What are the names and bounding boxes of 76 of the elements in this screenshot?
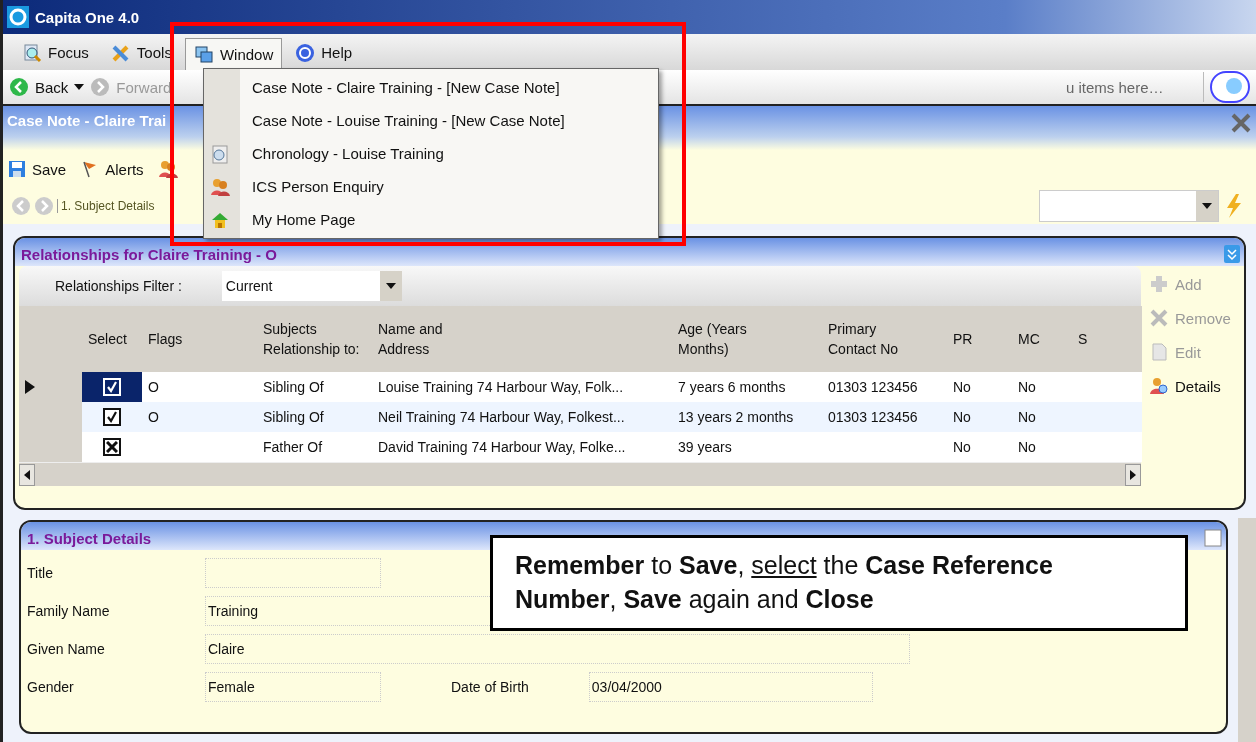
back-button[interactable]: Back	[9, 77, 69, 97]
app-logo-icon	[7, 6, 29, 28]
column-header: PR	[953, 330, 973, 349]
magnifier-icon	[22, 42, 42, 63]
field-label: Given Name	[27, 641, 106, 657]
menu-item[interactable]: Tools	[101, 36, 181, 68]
filter-label: Relationships Filter :	[55, 278, 182, 294]
filter-select[interactable]: Current	[221, 271, 402, 301]
menu-item[interactable]: Focus	[13, 36, 98, 68]
toolbar-button[interactable]: Save	[7, 159, 67, 179]
people-icon	[157, 159, 178, 179]
scroll-right-icon[interactable]	[1125, 463, 1141, 486]
row-pointer-icon	[25, 380, 35, 394]
panel-title: 1. Subject Details	[27, 530, 152, 547]
clock-icon	[210, 143, 230, 164]
help-icon	[295, 42, 316, 63]
forward-icon[interactable]	[90, 77, 111, 97]
column-header: S	[1078, 330, 1088, 349]
field-label: Date of Birth	[451, 679, 529, 695]
column-header: Subjects Relationship to:	[263, 320, 361, 359]
column-header: Flags	[148, 330, 183, 349]
caret-icon	[385, 283, 396, 289]
dropdown-field[interactable]	[1039, 190, 1219, 222]
toolbar-icon-button[interactable]	[157, 159, 178, 179]
cross-checkbox[interactable]	[103, 438, 121, 456]
input-field[interactable]: Claire	[205, 634, 910, 664]
select-cell[interactable]	[82, 372, 142, 402]
people-icon	[210, 176, 230, 197]
table-cell: Sibling Of	[257, 402, 372, 432]
windows-icon	[193, 44, 214, 65]
column-header: Name and Address	[378, 320, 444, 359]
menu-item[interactable]: Case Note - Louise Training - [New Case Note]	[204, 104, 658, 137]
plus-icon	[1149, 274, 1169, 294]
column-header: Primary Contact No	[828, 320, 900, 359]
menu-item[interactable]: Chronology - Louise Training	[204, 137, 658, 170]
menu-item[interactable]: Help	[286, 36, 362, 68]
table-cell: 13 years 2 months	[672, 402, 822, 432]
caret-icon	[1202, 203, 1212, 209]
column-header: Age (Years Months)	[678, 320, 748, 359]
toolbar-button[interactable]: Alerts	[80, 159, 144, 179]
table-cell: No	[1012, 402, 1072, 432]
menu-item[interactable]: Window	[184, 38, 283, 70]
column-header: MC	[1018, 330, 1040, 349]
back-dropdown-icon	[74, 84, 85, 90]
field-label: Gender	[27, 679, 75, 695]
field-label: Title	[27, 565, 54, 581]
field-label: Family Name	[27, 603, 111, 619]
menu-item[interactable]: My Home Page	[204, 203, 658, 236]
window-title: Capita One 4.0	[35, 8, 140, 26]
table-cell: Neil Training 74 Harbour Way, Folkest...	[372, 402, 672, 432]
scrollbar[interactable]	[1238, 518, 1256, 742]
close-icon[interactable]	[1230, 112, 1252, 134]
panel-title: Relationships for Claire Training - O	[21, 246, 277, 263]
cross-icon	[1149, 308, 1169, 328]
pane-title: Case Note - Claire Trai	[7, 112, 167, 129]
person-icon	[1149, 376, 1169, 396]
page-icon	[1149, 342, 1169, 362]
collapse-icon[interactable]	[1224, 245, 1240, 263]
scroll-left-icon[interactable]	[19, 463, 35, 486]
table-cell: O	[142, 402, 257, 432]
column-header: Select	[88, 330, 127, 349]
save-icon	[7, 159, 27, 179]
step-label: 1. Subject Details	[57, 199, 155, 213]
table-cell: No	[947, 402, 1012, 432]
select-cell[interactable]	[82, 402, 142, 432]
menu-item[interactable]: ICS Person Enquiry	[204, 170, 658, 203]
search-icon[interactable]	[1210, 71, 1250, 103]
action-button[interactable]: Details	[1149, 374, 1236, 398]
back-icon[interactable]	[9, 77, 29, 97]
input-field[interactable]	[205, 558, 381, 588]
tick-checkbox[interactable]	[103, 408, 121, 426]
input-field[interactable]: Female	[205, 672, 381, 702]
input-field[interactable]: 03/04/2000	[588, 672, 873, 702]
checkbox-icon[interactable]	[1204, 529, 1222, 547]
instruction-tooltip: Remember to Save, select the Case Reference Number, Save again and Close	[490, 535, 1188, 631]
table-cell: 01303 123456	[822, 402, 947, 432]
